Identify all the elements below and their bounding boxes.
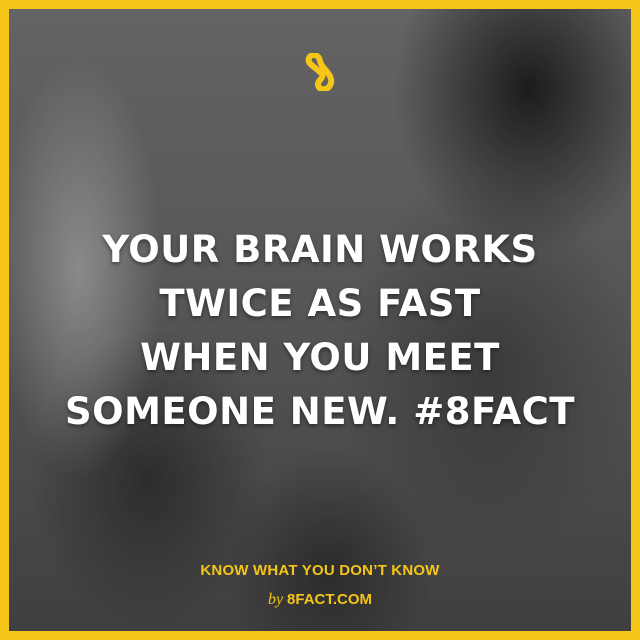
fact-line-1: YOUR BRAIN WORKS (102, 228, 538, 271)
fact-card: YOUR BRAIN WORKS TWICE AS FAST WHEN YOU … (0, 0, 640, 640)
8fact-logo-icon (305, 53, 335, 91)
byline: by 8FACT.COM (9, 591, 631, 609)
fact-line-3: WHEN YOU MEET (140, 336, 500, 379)
site-link[interactable]: 8FACT.COM (287, 591, 372, 608)
fact-line-4: SOMEONE NEW. #8FACT (64, 390, 576, 433)
fact-line-2: TWICE AS FAST (159, 282, 481, 325)
fact-headline: YOUR BRAIN WORKS TWICE AS FAST WHEN YOU … (9, 223, 631, 439)
by-word: by (267, 591, 284, 608)
tagline: KNOW WHAT YOU DON’T KNOW (200, 562, 440, 579)
